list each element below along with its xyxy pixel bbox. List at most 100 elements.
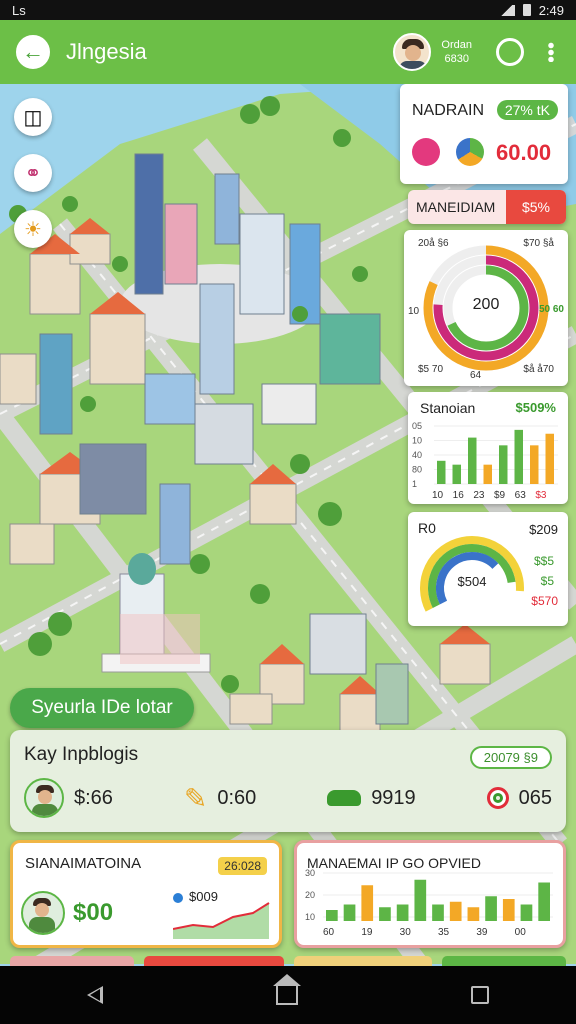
user-name: Ordan (441, 39, 472, 51)
key-item-target[interactable]: 065 (486, 786, 552, 810)
bar (379, 907, 391, 921)
gauge-row3: $5 (540, 574, 554, 588)
profile-avatar[interactable] (393, 33, 432, 71)
car-icon (327, 790, 362, 806)
donut-label-left: 10 (408, 306, 420, 317)
key-item-value: 0:60 (217, 786, 257, 809)
back-button[interactable]: ← (16, 35, 50, 69)
app-bar: ← Jlngesia Ordan 6830 (0, 20, 576, 84)
key-panel[interactable]: Kay Inpblogis 20079 §9 $:66 ✎ 0:60 9919 … (10, 730, 566, 832)
bar (396, 904, 409, 921)
gauge-panel[interactable]: R0 $504 $209 $$5 $5 $570 (408, 512, 568, 626)
donut-panel[interactable]: 20å §6 $70 §å 10 50 60 $5 70 64 $å å70 2… (404, 230, 568, 386)
manaemai-bar-chart: 30 20 10 60 19 30 35 39 00 (305, 868, 553, 938)
nav-back-icon[interactable] (86, 986, 103, 1004)
status-bar: Ls 2:49 (0, 0, 576, 20)
donut-center: 200 (472, 296, 500, 313)
x-tick-label: 19 (361, 927, 373, 938)
bar (437, 460, 446, 484)
y-tick-label: 30 (305, 868, 315, 878)
bar (499, 445, 508, 484)
donut-label-right: 50 60 (538, 304, 564, 315)
nav-home-icon[interactable] (272, 974, 301, 1005)
nadrain-panel[interactable]: NADRAIN 27% tK 60.00 (400, 84, 568, 184)
x-tick-label: 16 (453, 490, 465, 501)
key-item-pencil[interactable]: ✎ 0:60 (184, 782, 256, 815)
bar (326, 910, 338, 921)
bar (514, 429, 523, 484)
gauge-amount: $209 (529, 522, 558, 537)
battery-icon (522, 4, 531, 16)
key-item-value: 9919 (371, 786, 416, 809)
bar (449, 901, 462, 921)
y-tick-label: 1 (412, 479, 417, 489)
y-tick-label: 10 (305, 912, 315, 922)
layers-icon[interactable]: ◫ (14, 98, 52, 136)
gauge-center: $504 (457, 574, 487, 589)
bar (530, 445, 539, 484)
bar (485, 896, 497, 921)
section-label[interactable]: Syeurla IDe lotar (10, 688, 194, 728)
bar (545, 433, 554, 484)
stanoian-panel[interactable]: Stanoian $509% 05 10 40 80 1 10 16 23 $9 63 $3 (408, 392, 568, 504)
bar (520, 904, 533, 921)
x-tick-label: 30 (400, 927, 412, 938)
x-tick-label: $3 (535, 490, 547, 501)
donut-label-bl: $5 70 (418, 364, 444, 375)
pie-icon (456, 138, 484, 166)
sun-icon[interactable]: ☀ (14, 210, 52, 248)
bar (468, 437, 477, 484)
bar (361, 885, 374, 921)
user-info: Ordan 6830 (441, 38, 472, 66)
bar (343, 904, 356, 921)
bar (432, 904, 444, 921)
maneidiam-title: MANEIDIAM (416, 199, 496, 215)
key-item-value: 065 (518, 786, 552, 809)
flower-icon (412, 138, 440, 166)
donut-label-bm: 64 (470, 370, 482, 381)
bar (483, 464, 492, 484)
maneidiam-panel[interactable]: MANEIDIAM $5% (408, 190, 566, 224)
key-item-car[interactable]: 9919 (327, 787, 416, 810)
donut-label-tl: 20å §6 (418, 238, 449, 249)
nav-recents-icon[interactable] (471, 986, 490, 1004)
y-tick-label: 80 (412, 465, 422, 475)
status-time: 2:49 (538, 2, 564, 18)
nadrain-badge: 27% tK (496, 100, 558, 120)
x-tick-label: 39 (476, 927, 488, 938)
key-panel-badge: 20079 §9 (469, 746, 552, 769)
card-stub (442, 956, 566, 966)
x-tick-label: 00 (515, 927, 527, 938)
bar (502, 899, 515, 921)
card-left-badge: 26:028 (218, 857, 267, 875)
city-map[interactable]: ◫ ⚭ ☀ NADRAIN 27% tK 60.00 MANEIDIAM $5%… (0, 84, 576, 964)
manaemai-card[interactable]: MANAEMAI IP GO OPVIED 30 20 10 60 19 30 35 39 00 (294, 840, 566, 948)
route-icon[interactable]: ⚭ (14, 154, 52, 192)
trend-sparkline (173, 902, 270, 939)
card-left-value: $00 (73, 899, 114, 926)
search-icon[interactable] (496, 38, 524, 66)
card-left-title: SIANAIMATOINA (25, 855, 142, 872)
x-tick-label: 35 (438, 927, 450, 938)
x-tick-label: 63 (515, 490, 527, 501)
card-stub (294, 956, 432, 966)
key-item-value: $:66 (74, 786, 113, 809)
stanoian-bar-chart: 05 10 40 80 1 10 16 23 $9 63 $3 (412, 421, 558, 501)
user-id: 6830 (444, 53, 469, 65)
pencil-icon: ✎ (183, 782, 208, 814)
y-tick-label: 05 (412, 421, 422, 431)
key-item-avatar[interactable]: $:66 (24, 778, 113, 818)
more-vert-icon[interactable] (548, 42, 554, 62)
avatar-icon (24, 778, 64, 818)
bar (467, 907, 480, 921)
x-tick-label: $9 (494, 490, 506, 501)
app-title: Jlngesia (66, 39, 147, 64)
signal-icon (498, 4, 515, 16)
card-stub (10, 956, 134, 966)
y-tick-label: 10 (412, 436, 422, 446)
y-tick-label: 40 (412, 450, 422, 460)
maneidiam-value: $5% (506, 190, 566, 224)
sianaimatoina-card[interactable]: SIANAIMATOINA 26:028 $00 $009 (10, 840, 282, 948)
x-tick-label: 10 (432, 490, 444, 501)
x-tick-label: 60 (323, 927, 335, 938)
